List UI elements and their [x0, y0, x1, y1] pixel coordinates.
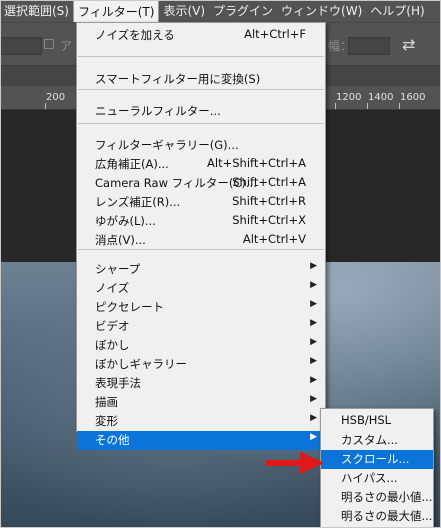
- submenu-arrow-icon: ▶: [310, 318, 317, 328]
- menu-item-label: カスタム...: [341, 433, 398, 447]
- menu-filter[interactable]: フィルター(T): [72, 0, 160, 22]
- menu-item[interactable]: シャープ ▶: [77, 260, 325, 279]
- menu-item[interactable]: 変形 ▶: [77, 412, 325, 431]
- menu-item-label: ノイズを加える: [95, 28, 175, 42]
- menu-separator: [78, 249, 324, 250]
- menu-item[interactable]: ぼかし ▶: [77, 336, 325, 355]
- submenu-arrow-icon: ▶: [310, 413, 317, 423]
- menu-item[interactable]: その他 ▶: [77, 431, 325, 450]
- menu-item[interactable]: ノイズ ▶: [77, 279, 325, 298]
- menu-item[interactable]: HSB/HSL: [321, 412, 433, 431]
- ruler-tick: 1200: [336, 92, 362, 103]
- menu-item-label: その他: [95, 433, 130, 447]
- red-arrow-icon: [266, 452, 324, 474]
- menu-item[interactable]: ゆがみ(L)... Shift+Ctrl+X: [77, 212, 325, 231]
- menu-item[interactable]: スマートフィルター用に変換(S): [77, 70, 325, 89]
- menu-bar: 選択範囲(S) フィルター(T) 表示(V) プラグイン ウィンドウ(W) ヘル…: [0, 0, 441, 22]
- menu-item[interactable]: 描画 ▶: [77, 393, 325, 412]
- menu-item-label: HSB/HSL: [341, 413, 392, 427]
- menu-item[interactable]: Camera Raw フィルター(C)... Shift+Ctrl+A: [77, 174, 325, 193]
- menu-item-label: 明るさの最小値...: [341, 490, 433, 504]
- menu-item[interactable]: 表現手法 ▶: [77, 374, 325, 393]
- menu-item[interactable]: カスタム...: [321, 431, 433, 450]
- ruler-tick: 1400: [368, 92, 394, 103]
- filter-menu: ノイズを加える Alt+Ctrl+F スマートフィルター用に変換(S) ニューラルフィ…: [76, 22, 326, 450]
- menu-item-label: ノイズ: [95, 281, 130, 295]
- menu-item[interactable]: スクロール...: [321, 450, 433, 469]
- menu-item[interactable]: ニューラルフィルター...: [77, 102, 325, 121]
- menu-item-label: レンズ補正(R)...: [95, 195, 181, 209]
- menu-item[interactable]: 明るさの最大値...: [321, 507, 433, 526]
- menu-item-label: ぼかし: [95, 338, 130, 352]
- ruler-tick: 1600: [400, 92, 426, 103]
- options-checkbox[interactable]: [44, 39, 54, 49]
- menu-item[interactable]: ノイズを加える Alt+Ctrl+F: [77, 26, 325, 45]
- menu-item-label: 表現手法: [95, 376, 141, 390]
- menu-item-label: ピクセレート: [95, 300, 164, 314]
- options-width-field[interactable]: [348, 37, 390, 55]
- menu-item-label: 明るさの最大値...: [341, 509, 433, 523]
- menu-item[interactable]: 広角補正(A)... Alt+Shift+Ctrl+A: [77, 155, 325, 174]
- submenu-arrow-icon: ▶: [310, 394, 317, 404]
- ruler-mark: [367, 103, 368, 109]
- menu-item-label: ゆがみ(L)...: [95, 214, 156, 228]
- menu-help[interactable]: ヘルプ(H): [366, 0, 428, 22]
- submenu-arrow-icon: ▶: [310, 261, 317, 271]
- menu-view[interactable]: 表示(V): [159, 0, 209, 22]
- menu-item-label: ぼかしギャラリー: [95, 357, 187, 371]
- menu-item-label: 広角補正(A)...: [95, 157, 169, 171]
- menu-item-shortcut: Shift+Ctrl+R: [232, 194, 306, 208]
- other-submenu: HSB/HSL カスタム... スクロール... ハイパス... 明るさの最小値... 明…: [320, 408, 434, 528]
- submenu-arrow-icon: ▶: [310, 299, 317, 309]
- submenu-arrow-icon: ▶: [310, 280, 317, 290]
- menu-item-shortcut: Alt+Ctrl+V: [242, 232, 306, 246]
- menu-item[interactable]: ビデオ ▶: [77, 317, 325, 336]
- menu-item[interactable]: レンズ補正(R)... Shift+Ctrl+R: [77, 193, 325, 212]
- menu-item-shortcut: Alt+Ctrl+F: [244, 27, 306, 41]
- menu-item-label: スマートフィルター用に変換(S): [95, 72, 261, 86]
- ruler-mark: [45, 103, 46, 109]
- menu-item-label: 消点(V)...: [95, 233, 146, 247]
- menu-item-shortcut: Shift+Ctrl+A: [232, 175, 306, 189]
- ruler-mark: [399, 103, 400, 109]
- submenu-arrow-icon: ▶: [310, 337, 317, 347]
- swap-icon[interactable]: ⇄: [402, 35, 415, 54]
- menu-item[interactable]: ピクセレート ▶: [77, 298, 325, 317]
- menu-select[interactable]: 選択範囲(S): [0, 0, 73, 22]
- menu-item-label: 変形: [95, 414, 118, 428]
- menu-item[interactable]: ハイパス...: [321, 469, 433, 488]
- menu-item[interactable]: フィルターギャラリー(G)...: [77, 136, 325, 155]
- submenu-arrow-icon: ▶: [310, 432, 317, 442]
- menu-separator: [78, 123, 324, 124]
- menu-item[interactable]: 明るさの最小値...: [321, 488, 433, 507]
- menu-separator: [78, 89, 324, 90]
- menu-item-shortcut: Alt+Shift+Ctrl+A: [207, 156, 306, 170]
- menu-item-label: シャープ: [95, 262, 141, 276]
- menu-item-label: スクロール...: [341, 452, 410, 466]
- menu-item-label: ビデオ: [95, 319, 130, 333]
- submenu-arrow-icon: ▶: [310, 356, 317, 366]
- ruler-mark: [335, 103, 336, 109]
- options-ghost-label: ア: [60, 39, 73, 53]
- submenu-arrow-icon: ▶: [310, 375, 317, 385]
- menu-item-label: フィルターギャラリー(G)...: [95, 138, 239, 152]
- menu-item-shortcut: Shift+Ctrl+X: [232, 213, 306, 227]
- menu-item[interactable]: ぼかしギャラリー ▶: [77, 355, 325, 374]
- menu-window[interactable]: ウィンドウ(W): [277, 0, 366, 22]
- menu-item-label: 描画: [95, 395, 118, 409]
- options-field-left[interactable]: [0, 37, 42, 55]
- menu-plugins[interactable]: プラグイン: [209, 0, 277, 22]
- menu-item-label: ニューラルフィルター...: [95, 104, 221, 118]
- menu-separator: [78, 56, 324, 57]
- menu-item-label: ハイパス...: [341, 471, 398, 485]
- menu-item[interactable]: 消点(V)... Alt+Ctrl+V: [77, 231, 325, 250]
- ruler-tick: 200: [46, 92, 66, 103]
